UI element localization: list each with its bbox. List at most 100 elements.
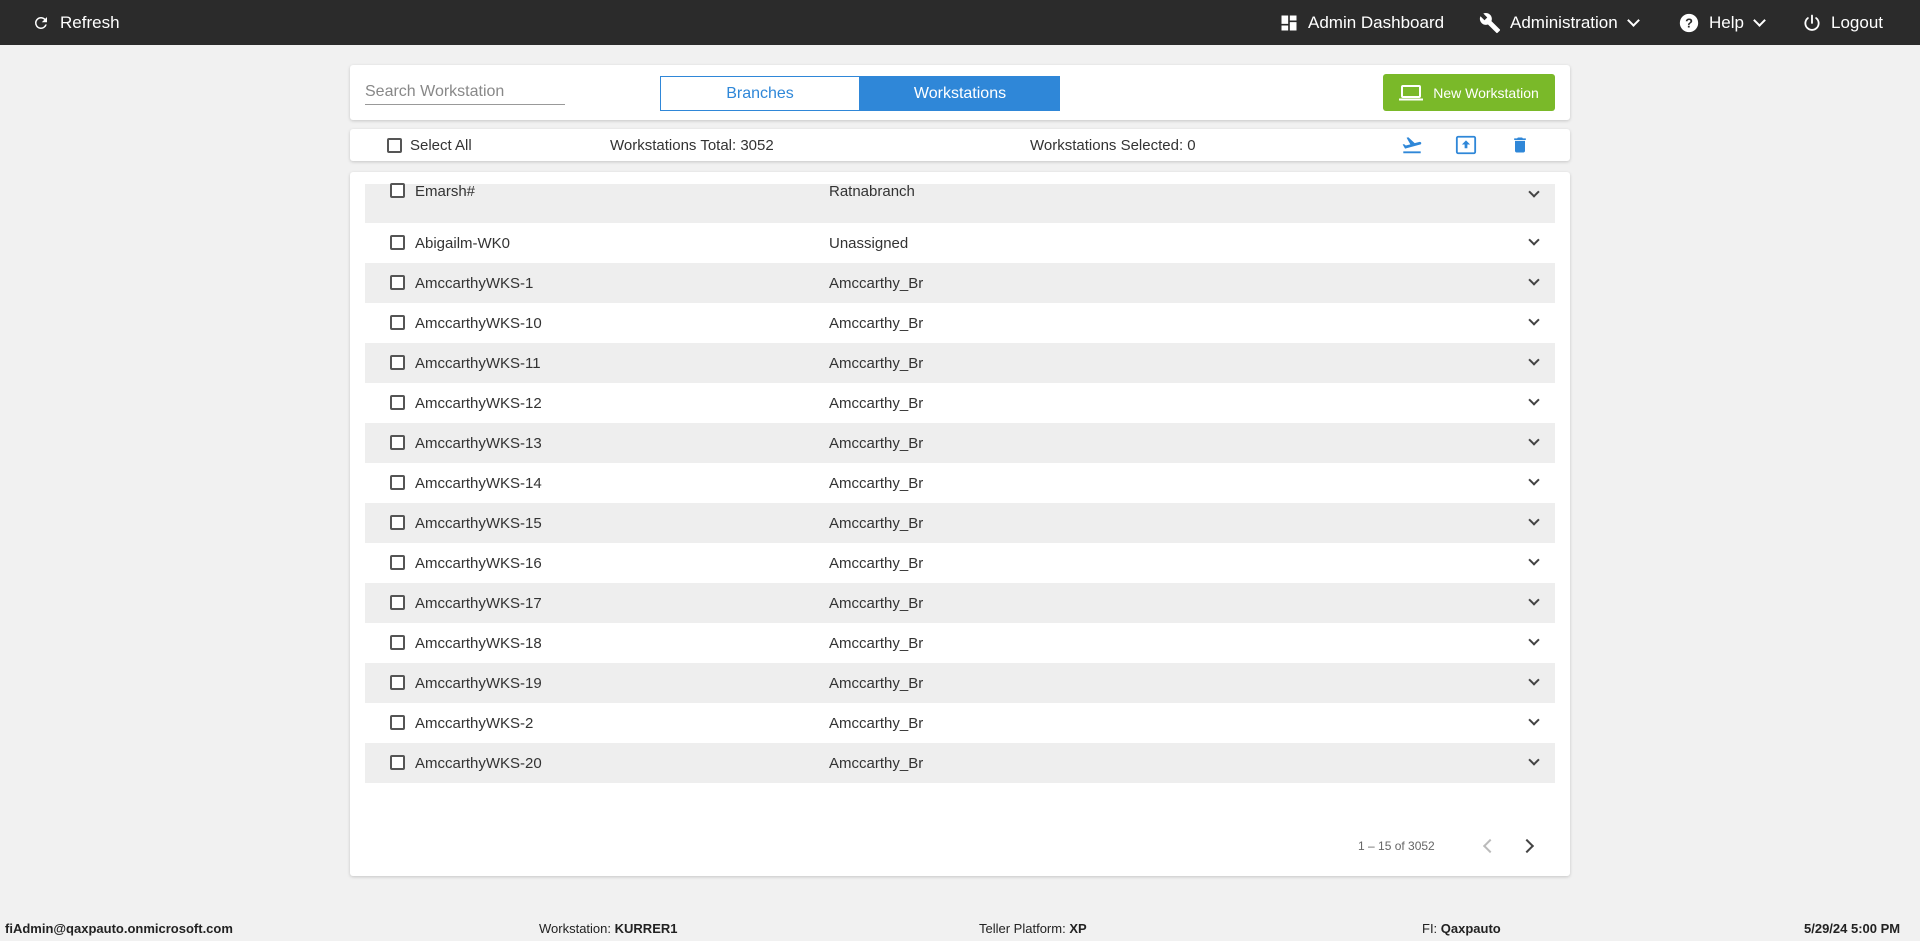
- admin-dashboard-link[interactable]: Admin Dashboard: [1279, 0, 1444, 45]
- workstation-name: AmccarthyWKS-18: [415, 635, 542, 652]
- row-checkbox[interactable]: [390, 235, 405, 250]
- workstation-name: AmccarthyWKS-13: [415, 435, 542, 452]
- help-label: Help: [1709, 12, 1744, 32]
- platform-status: Teller Platform: XP: [979, 921, 1087, 936]
- branch-name: Amccarthy_Br: [829, 555, 924, 572]
- row-checkbox[interactable]: [390, 635, 405, 650]
- branch-name: Amccarthy_Br: [829, 595, 924, 612]
- row-checkbox[interactable]: [390, 395, 405, 410]
- table-row[interactable]: AmccarthyWKS-20 Amccarthy_Br: [365, 743, 1555, 783]
- branch-name: Amccarthy_Br: [829, 755, 924, 772]
- workstation-name: AmccarthyWKS-17: [415, 595, 542, 612]
- table-row[interactable]: AmccarthyWKS-11 Amccarthy_Br: [365, 343, 1555, 383]
- workstation-name: Abigailm-WK0: [415, 235, 511, 252]
- new-workstation-label: New Workstation: [1433, 84, 1539, 101]
- branch-name: Amccarthy_Br: [829, 435, 924, 452]
- delete-icon: [1514, 137, 1526, 153]
- help-menu[interactable]: ? Help: [1678, 0, 1766, 45]
- chevron-down-icon[interactable]: [1527, 674, 1541, 688]
- row-checkbox[interactable]: [390, 675, 405, 690]
- table-row[interactable]: AmccarthyWKS-17 Amccarthy_Br: [365, 583, 1555, 623]
- chevron-down-icon[interactable]: [1527, 234, 1541, 248]
- branch-name: Amccarthy_Br: [829, 635, 924, 652]
- branch-name: Amccarthy_Br: [829, 675, 924, 692]
- selection-toolbar: Select All Workstations Total: 3052 Work…: [350, 129, 1570, 161]
- row-checkbox[interactable]: [390, 435, 405, 450]
- administration-label: Administration: [1510, 12, 1618, 32]
- table-row[interactable]: Abigailm-WK0 Unassigned: [365, 223, 1555, 263]
- row-checkbox[interactable]: [390, 315, 405, 330]
- table-row[interactable]: Emarsh# Ratnabranch: [365, 183, 1555, 223]
- workstation-name: Emarsh#: [415, 183, 476, 200]
- row-checkbox[interactable]: [390, 355, 405, 370]
- dashboard-icon: [1281, 15, 1297, 30]
- tab-branches[interactable]: Branches: [660, 76, 860, 111]
- logout-button[interactable]: Logout: [1802, 0, 1883, 45]
- select-all-label: Select All: [410, 136, 472, 154]
- upload-button[interactable]: [1454, 133, 1478, 157]
- chevron-down-icon[interactable]: [1527, 354, 1541, 368]
- table-row[interactable]: AmccarthyWKS-1 Amccarthy_Br: [365, 263, 1555, 303]
- table-row[interactable]: AmccarthyWKS-19 Amccarthy_Br: [365, 663, 1555, 703]
- transfer-button[interactable]: [1400, 133, 1424, 157]
- help-icon: ?: [1679, 13, 1699, 32]
- refresh-button[interactable]: Refresh: [32, 0, 120, 45]
- chevron-down-icon[interactable]: [1527, 514, 1541, 528]
- row-checkbox[interactable]: [390, 595, 405, 610]
- table-row[interactable]: AmccarthyWKS-2 Amccarthy_Br: [365, 703, 1555, 743]
- table-row[interactable]: AmccarthyWKS-14 Amccarthy_Br: [365, 463, 1555, 503]
- new-workstation-button[interactable]: New Workstation: [1383, 74, 1555, 111]
- svg-text:?: ?: [1685, 15, 1693, 30]
- refresh-icon: [34, 16, 47, 29]
- search-workstation-input[interactable]: [365, 79, 565, 105]
- status-bar: fiAdmin@qaxpauto.onmicrosoft.com Worksta…: [0, 915, 1920, 941]
- row-checkbox[interactable]: [390, 755, 405, 770]
- chevron-down-icon[interactable]: [1527, 634, 1541, 648]
- chevron-down-icon[interactable]: [1527, 274, 1541, 288]
- power-icon: [1804, 14, 1820, 31]
- row-checkbox[interactable]: [390, 715, 405, 730]
- row-checkbox[interactable]: [390, 475, 405, 490]
- branch-name: Amccarthy_Br: [829, 475, 924, 492]
- select-all-checkbox[interactable]: Select All: [387, 129, 472, 161]
- workstation-name: AmccarthyWKS-19: [415, 675, 542, 692]
- checkbox-icon: [387, 137, 402, 153]
- wrench-icon: [1479, 12, 1501, 33]
- workstation-name: AmccarthyWKS-15: [415, 515, 542, 532]
- chevron-down-icon[interactable]: [1527, 314, 1541, 328]
- chevron-down-icon[interactable]: [1527, 594, 1541, 608]
- table-row[interactable]: AmccarthyWKS-12 Amccarthy_Br: [365, 383, 1555, 423]
- row-checkbox[interactable]: [390, 555, 405, 570]
- chevron-down-icon[interactable]: [1527, 186, 1541, 200]
- branch-name: Amccarthy_Br: [829, 315, 924, 332]
- table-row[interactable]: AmccarthyWKS-10 Amccarthy_Br: [365, 303, 1555, 343]
- chevron-down-icon[interactable]: [1527, 434, 1541, 448]
- workstation-list-card: Emarsh# Ratnabranch Abigailm-WK0 Unassig…: [350, 172, 1570, 876]
- chevron-down-icon[interactable]: [1527, 394, 1541, 408]
- administration-menu[interactable]: Administration: [1479, 0, 1640, 45]
- chevron-down-icon[interactable]: [1527, 554, 1541, 568]
- pagination-range: 1 – 15 of 3052: [1358, 839, 1435, 853]
- fi-status: FI: Qaxpauto: [1422, 921, 1501, 936]
- table-row[interactable]: AmccarthyWKS-15 Amccarthy_Br: [365, 503, 1555, 543]
- chevron-down-icon[interactable]: [1527, 754, 1541, 768]
- delete-button[interactable]: [1508, 133, 1532, 157]
- row-checkbox[interactable]: [390, 515, 405, 530]
- next-page-button[interactable]: [1518, 836, 1538, 856]
- tab-workstations[interactable]: Workstations: [860, 76, 1060, 111]
- table-row[interactable]: AmccarthyWKS-13 Amccarthy_Br: [365, 423, 1555, 463]
- previous-page-button[interactable]: [1477, 836, 1497, 856]
- chevron-down-icon[interactable]: [1527, 474, 1541, 488]
- table-row[interactable]: AmccarthyWKS-16 Amccarthy_Br: [365, 543, 1555, 583]
- workstation-name: AmccarthyWKS-11: [415, 355, 541, 372]
- branch-name: Amccarthy_Br: [829, 515, 924, 532]
- row-checkbox[interactable]: [390, 183, 405, 198]
- chevron-down-icon: [1626, 13, 1640, 27]
- upload-icon: [1455, 135, 1477, 155]
- workstation-name: AmccarthyWKS-10: [415, 315, 542, 332]
- row-checkbox[interactable]: [390, 275, 405, 290]
- workstation-name: AmccarthyWKS-16: [415, 555, 542, 572]
- branch-name: Amccarthy_Br: [829, 355, 924, 372]
- table-row[interactable]: AmccarthyWKS-18 Amccarthy_Br: [365, 623, 1555, 663]
- chevron-down-icon[interactable]: [1527, 714, 1541, 728]
